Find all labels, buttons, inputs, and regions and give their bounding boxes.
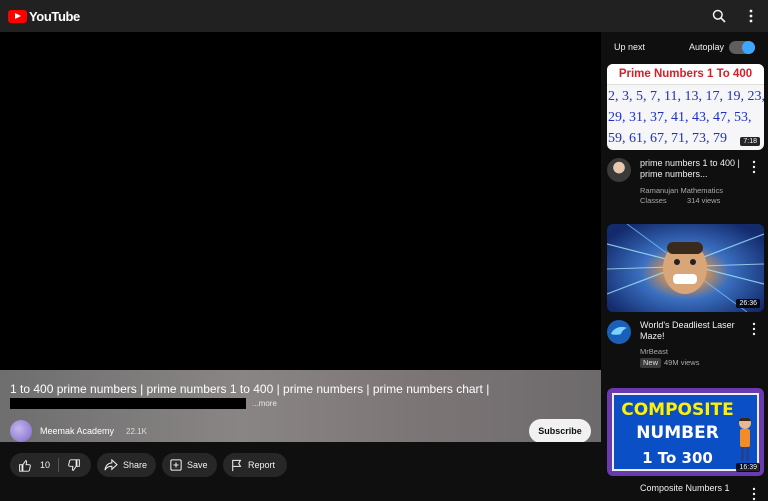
video-stats: New 49M views xyxy=(640,358,744,368)
youtube-play-icon xyxy=(8,9,27,23)
cartoon-boy-image xyxy=(739,417,751,461)
subscribe-button[interactable]: Subscribe xyxy=(529,419,591,443)
up-next-label: Up next xyxy=(614,42,646,52)
video-title: 1 to 400 prime numbers | prime numbers 1… xyxy=(10,382,490,396)
like-button[interactable]: 10 xyxy=(10,459,50,472)
like-count: 10 xyxy=(40,460,51,470)
playlist-add-icon xyxy=(170,459,182,471)
video-thumbnail[interactable]: Prime Numbers 1 To 400 2, 3, 5, 7, 11, 1… xyxy=(607,64,764,150)
channel-avatar[interactable] xyxy=(607,158,631,182)
logo-text: YouTube xyxy=(29,8,80,24)
report-label: Report xyxy=(248,460,276,470)
autoplay-label: Autoplay xyxy=(689,42,725,52)
share-icon xyxy=(104,459,118,471)
more-vert-icon[interactable] xyxy=(742,7,760,25)
flag-icon xyxy=(232,459,242,471)
autoplay-toggle[interactable] xyxy=(729,41,755,54)
video-thumbnail[interactable]: COMPOSITE NUMBER 1 To 300 16:39 xyxy=(607,388,764,476)
view-count: 49M views xyxy=(664,358,700,367)
save-label: Save xyxy=(187,460,208,470)
action-bar: 10 Share Save Report xyxy=(0,442,601,495)
video-title[interactable]: World's Deadliest Laser Maze! xyxy=(640,320,744,342)
video-title[interactable]: Composite Numbers 1 xyxy=(640,483,744,494)
thumbnail-text: COMPOSITE xyxy=(621,400,734,420)
thumbnail-numbers-line: 2, 3, 5, 7, 11, 13, 17, 19, 23, xyxy=(608,89,764,104)
save-button[interactable]: Save xyxy=(162,453,217,477)
channel-name: MrBeast xyxy=(640,347,668,356)
thumbnail-text: NUMBER xyxy=(636,423,719,443)
like-dislike-group: 10 xyxy=(10,453,91,477)
channel-avatar[interactable] xyxy=(607,320,631,344)
share-button[interactable]: Share xyxy=(97,453,156,477)
video-info: 1 to 400 prime numbers | prime numbers 1… xyxy=(0,370,601,443)
video-duration: 7:18 xyxy=(740,137,760,146)
divider xyxy=(58,458,60,472)
more-vert-icon[interactable] xyxy=(752,160,756,174)
top-bar: YouTube xyxy=(0,0,768,32)
video-thumbnail[interactable]: 26:36 xyxy=(607,224,764,312)
channel-row: Meemak Academy 22.1K xyxy=(10,420,147,442)
thumbnail-heading: Prime Numbers 1 To 400 xyxy=(607,64,764,85)
view-count: 314 views xyxy=(687,196,721,205)
thumbs-up-icon xyxy=(19,459,31,472)
subscriber-count: 22.1K xyxy=(126,426,147,436)
channel-avatar[interactable] xyxy=(10,420,32,442)
thumbnail-numbers-line: 29, 31, 37, 41, 43, 47, 53, xyxy=(608,110,752,125)
share-label: Share xyxy=(123,460,148,470)
more-vert-icon[interactable] xyxy=(752,487,756,501)
thumbs-down-icon xyxy=(68,458,80,471)
video-title[interactable]: prime numbers 1 to 400 | prime numbers..… xyxy=(640,158,744,180)
more-link[interactable]: ...more xyxy=(252,399,277,408)
video-duration: 16:39 xyxy=(736,463,760,472)
youtube-logo[interactable]: YouTube xyxy=(8,9,80,24)
video-player[interactable] xyxy=(0,32,601,370)
thumbnail-text: 1 To 300 xyxy=(642,449,713,467)
video-duration: 26:36 xyxy=(736,299,760,308)
more-vert-icon[interactable] xyxy=(752,322,756,336)
search-icon[interactable] xyxy=(710,7,728,25)
redacted-description xyxy=(10,398,246,409)
report-button[interactable]: Report xyxy=(223,453,287,477)
dislike-button[interactable] xyxy=(68,458,81,472)
new-badge: New xyxy=(640,358,662,368)
thumbnail-board: COMPOSITE NUMBER 1 To 300 xyxy=(612,393,759,471)
channel-name[interactable]: Meemak Academy xyxy=(40,426,114,436)
up-next-panel: Up next Autoplay Prime Numbers 1 To 400 … xyxy=(601,32,768,501)
